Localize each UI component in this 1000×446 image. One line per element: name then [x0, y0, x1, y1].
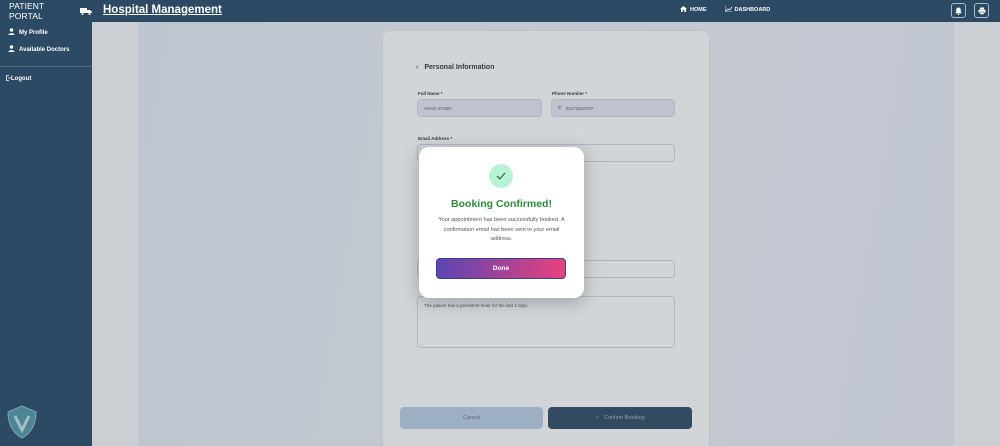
done-label: Done [492, 265, 510, 272]
user-icon [8, 45, 15, 54]
top-nav: HOME DASHBOARD [680, 6, 770, 14]
modal-title: Booking Confirmed! [451, 198, 552, 210]
home-icon [680, 6, 687, 14]
user-icon [8, 28, 15, 37]
sidebar-item-label: Available Doctors [19, 46, 70, 53]
success-check-icon [489, 164, 513, 188]
nav-dashboard[interactable]: DASHBOARD [724, 6, 771, 14]
chart-icon [724, 6, 732, 14]
booking-confirmed-modal: Booking Confirmed! Your appointment has … [419, 147, 584, 298]
printer-icon [978, 2, 986, 20]
bell-icon [955, 2, 962, 20]
nav-home[interactable]: HOME [680, 6, 707, 14]
shield-logo-icon [4, 404, 40, 440]
logout-link[interactable]: Logout [0, 73, 92, 85]
brand[interactable]: PATIENT PORTAL [0, 0, 92, 22]
ambulance-icon [80, 7, 92, 15]
top-navbar: PATIENT PORTAL Hospital Management HOME … [0, 0, 1000, 22]
sidebar-item-my-profile[interactable]: My Profile [0, 24, 92, 41]
modal-message: Your appointment has been successfully b… [438, 217, 565, 242]
sidebar-item-label: My Profile [19, 29, 48, 36]
notifications-button[interactable] [951, 3, 966, 18]
nav-home-label: HOME [690, 7, 707, 13]
logout-label: Logout [11, 76, 32, 82]
app-title[interactable]: Hospital Management [103, 4, 222, 16]
sidebar-divider [0, 66, 92, 67]
print-button[interactable] [974, 3, 989, 18]
sidebar-item-available-doctors[interactable]: Available Doctors [0, 41, 92, 58]
brand-label: PATIENT PORTAL [9, 1, 45, 21]
sidebar: My Profile Available Doctors Logout [0, 22, 92, 446]
done-button[interactable]: Done [436, 258, 566, 279]
app-title-text: Hospital Management [103, 4, 222, 16]
nav-dashboard-label: DASHBOARD [734, 7, 771, 13]
